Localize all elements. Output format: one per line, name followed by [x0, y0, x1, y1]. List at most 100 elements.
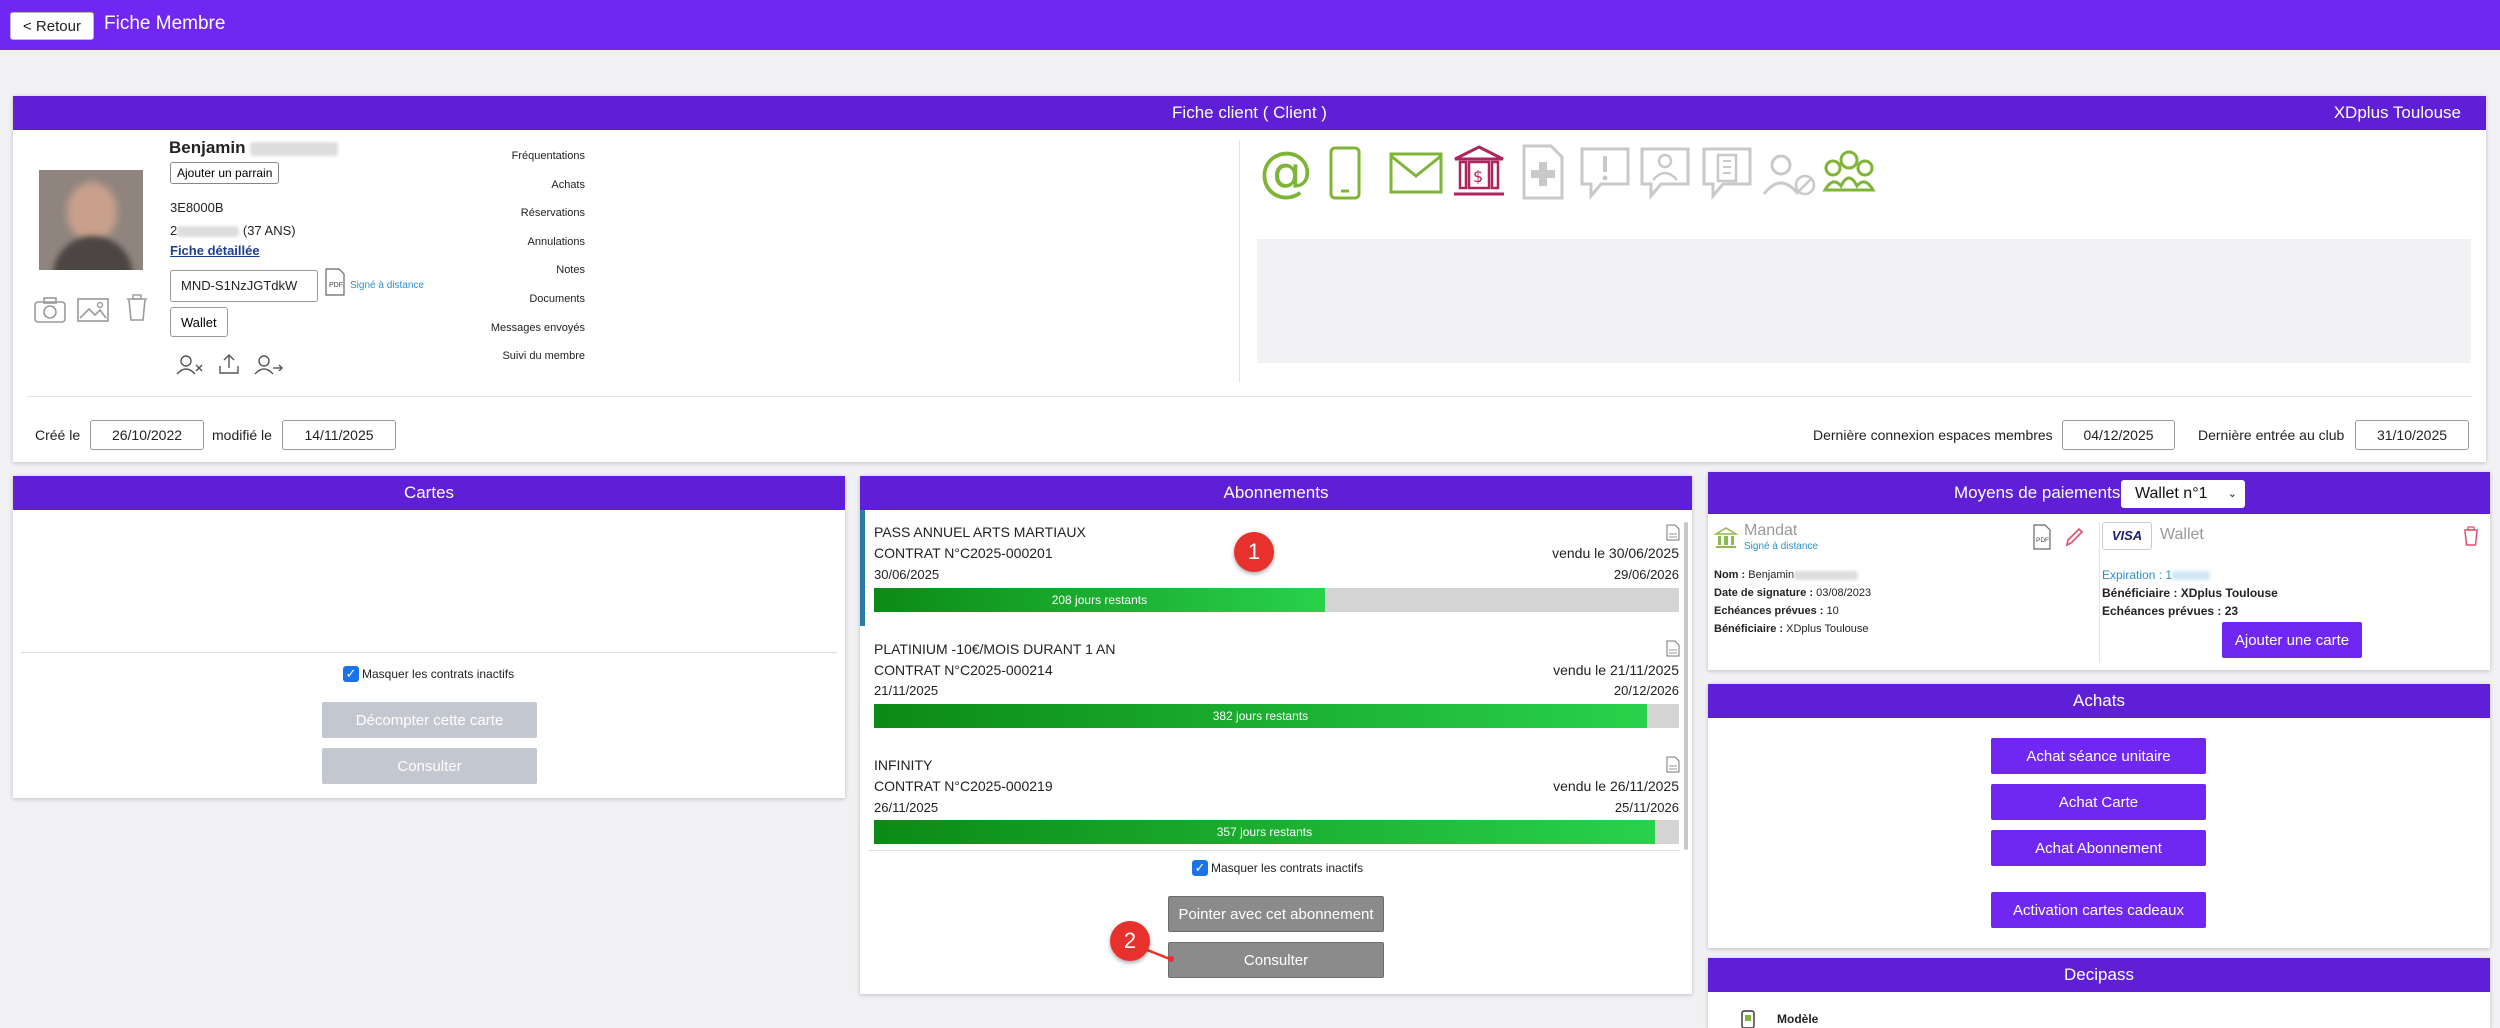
mandate-installments-label: Echéances prévues : [1714, 605, 1824, 617]
modified-label: modifié le [212, 427, 272, 443]
member-photo[interactable] [39, 170, 143, 270]
add-card-button[interactable]: Ajouter une carte [2222, 622, 2362, 658]
birthdate-blurred: x [177, 226, 240, 238]
alert-icon[interactable] [1579, 146, 1631, 200]
svg-text:PDF: PDF [329, 282, 343, 289]
subscriptions-panel: Abonnements PASS ANNUEL ARTS MARTIAUX CO… [860, 476, 1692, 994]
user-blocked-icon[interactable] [1761, 152, 1817, 198]
delete-card-icon[interactable] [2462, 526, 2480, 546]
email-icon[interactable]: @ [1257, 144, 1313, 200]
user-transfer-icon[interactable] [253, 354, 285, 376]
menu-annulations[interactable]: Annulations [413, 228, 586, 257]
bank-icon[interactable]: $ [1451, 144, 1507, 200]
mandate-name-blurred: x [1794, 570, 1859, 580]
group-icon[interactable] [1821, 148, 1877, 200]
medical-doc-icon[interactable] [1521, 144, 1565, 200]
page-title: Fiche Membre [104, 13, 226, 34]
trash-icon[interactable] [125, 294, 149, 322]
company-icon[interactable] [1701, 146, 1753, 200]
mail-icon[interactable] [1389, 152, 1443, 194]
upload-icon[interactable] [217, 352, 241, 376]
user-remove-icon[interactable] [175, 354, 205, 376]
annotation-marker-2: 2 [1110, 921, 1150, 961]
modified-date-field[interactable]: 14/11/2025 [282, 420, 396, 450]
mandate-beneficiary-value: XDplus Toulouse [1786, 623, 1869, 635]
buy-card-button[interactable]: Achat Carte [1991, 784, 2206, 820]
mandate-beneficiary-label: Bénéficiaire : [1714, 623, 1784, 635]
svg-text:$: $ [1473, 167, 1483, 186]
last-login-label: Dernière connexion espaces membres [1813, 427, 2053, 443]
activate-gift-cards-button[interactable]: Activation cartes cadeaux [1991, 892, 2206, 928]
wallet-details: Expiration : 1x Bénéficiaire : XDplus To… [2102, 566, 2278, 620]
created-date-field[interactable]: 26/10/2022 [90, 420, 204, 450]
cards-header: Cartes [13, 476, 845, 510]
hide-inactive-cards-checkbox[interactable]: ✓ [343, 666, 359, 682]
notes-area [1257, 239, 2471, 363]
menu-messages-envoyes[interactable]: Messages envoyés [413, 314, 585, 343]
client-card-title: Fiche client ( Client ) [1172, 103, 1327, 122]
phone-icon[interactable] [1327, 146, 1363, 200]
wallet-expiration-label: Expiration : [2102, 568, 2163, 582]
mandate-signed-label: Signé à distance [1744, 541, 1818, 552]
purchases-panel: Achats Achat séance unitaire Achat Carte… [1708, 684, 2490, 948]
back-button[interactable]: < Retour [10, 12, 94, 40]
menu-reservations[interactable]: Réservations [413, 199, 585, 228]
wallet-installments-label: Echéances prévues : [2102, 604, 2222, 618]
payment-methods-header: Moyens de paiements Wallet n°1 ⌄ [1708, 472, 2490, 514]
add-sponsor-button[interactable]: Ajouter un parrain [170, 162, 280, 184]
birthdate-prefix: 2 [170, 223, 178, 238]
footer-divider [27, 396, 2472, 397]
wallet-select-value: Wallet n°1 [2135, 485, 2208, 502]
cards-panel: Cartes ✓ Masquer les contrats inactifs D… [13, 476, 845, 798]
decount-card-button[interactable]: Décompter cette carte [322, 702, 537, 738]
member-last-name-blurred: x [250, 141, 339, 156]
bank-icon [1714, 527, 1738, 548]
menu-notes[interactable]: Notes [413, 256, 585, 285]
wallet-beneficiary-label: Bénéficiaire : [2102, 586, 2178, 600]
purchases-header: Achats [1708, 684, 2490, 718]
consult-card-button[interactable]: Consulter [322, 748, 537, 784]
wallet-button[interactable]: Wallet [170, 307, 228, 337]
pdf-icon[interactable]: PDF [2032, 524, 2052, 550]
last-login-date-field[interactable]: 04/12/2025 [2062, 420, 2175, 450]
wallet-installments-value: 23 [2224, 604, 2239, 618]
pdf-icon[interactable]: PDF [324, 268, 346, 296]
buy-single-session-button[interactable]: Achat séance unitaire [1991, 738, 2206, 774]
last-entry-date-field[interactable]: 31/10/2025 [2355, 420, 2469, 450]
camera-icon[interactable] [33, 296, 67, 324]
menu-frequentations[interactable]: Fréquentations [413, 142, 585, 171]
decipass-panel: Decipass Modèle [1708, 958, 2490, 1028]
buy-subscription-button[interactable]: Achat Abonnement [1991, 830, 2206, 866]
wallet-select[interactable]: Wallet n°1 ⌄ [2121, 480, 2245, 508]
wallet-title: Wallet [2160, 526, 2204, 543]
contact-icon[interactable] [1639, 146, 1691, 200]
decipass-header: Decipass [1708, 958, 2490, 992]
mandate-signature-value: 03/08/2023 [1816, 587, 1872, 599]
member-age: (37 ANS) [242, 223, 296, 238]
top-bar: < Retour Fiche Membre [0, 0, 2500, 50]
menu-achats[interactable]: Achats [413, 171, 585, 200]
member-menu: Fréquentations Achats Réservations Annul… [413, 142, 585, 371]
payment-divider [2099, 522, 2100, 662]
image-icon[interactable] [76, 297, 110, 323]
detailed-sheet-link[interactable]: Fiche détaillée [170, 243, 260, 258]
mandate-reference-field[interactable]: MND-S1NzJGTdkW [170, 270, 318, 302]
hide-inactive-cards-label: Masquer les contrats inactifs [362, 667, 515, 681]
menu-suivi-membre[interactable]: Suivi du membre [413, 342, 585, 371]
cards-divider [21, 652, 837, 653]
wallet-expiration-blurred: x [2172, 571, 2211, 581]
mandate-title: Mandat [1744, 522, 1798, 539]
decipass-model-label: Modèle [1777, 1012, 1819, 1026]
mandate-name-label: Nom : [1714, 569, 1746, 581]
mandate-details: Nom : Benjaminx Date de signature : 03/0… [1714, 566, 1871, 638]
edit-icon[interactable] [2064, 526, 2084, 548]
payment-methods-title: Moyens de paiements [1954, 483, 2121, 502]
visa-logo: VISA [2102, 522, 2152, 550]
svg-text:PDF: PDF [2036, 537, 2049, 544]
created-label: Créé le [35, 427, 81, 443]
member-birthdate: 2x (37 ANS) [170, 223, 296, 238]
menu-documents[interactable]: Documents [413, 285, 585, 314]
client-card-panel: Fiche client ( Client ) XDplus Toulouse … [13, 96, 2486, 462]
mandate-signature-label: Date de signature : [1714, 587, 1814, 599]
last-entry-label: Dernière entrée au club [2198, 427, 2345, 443]
